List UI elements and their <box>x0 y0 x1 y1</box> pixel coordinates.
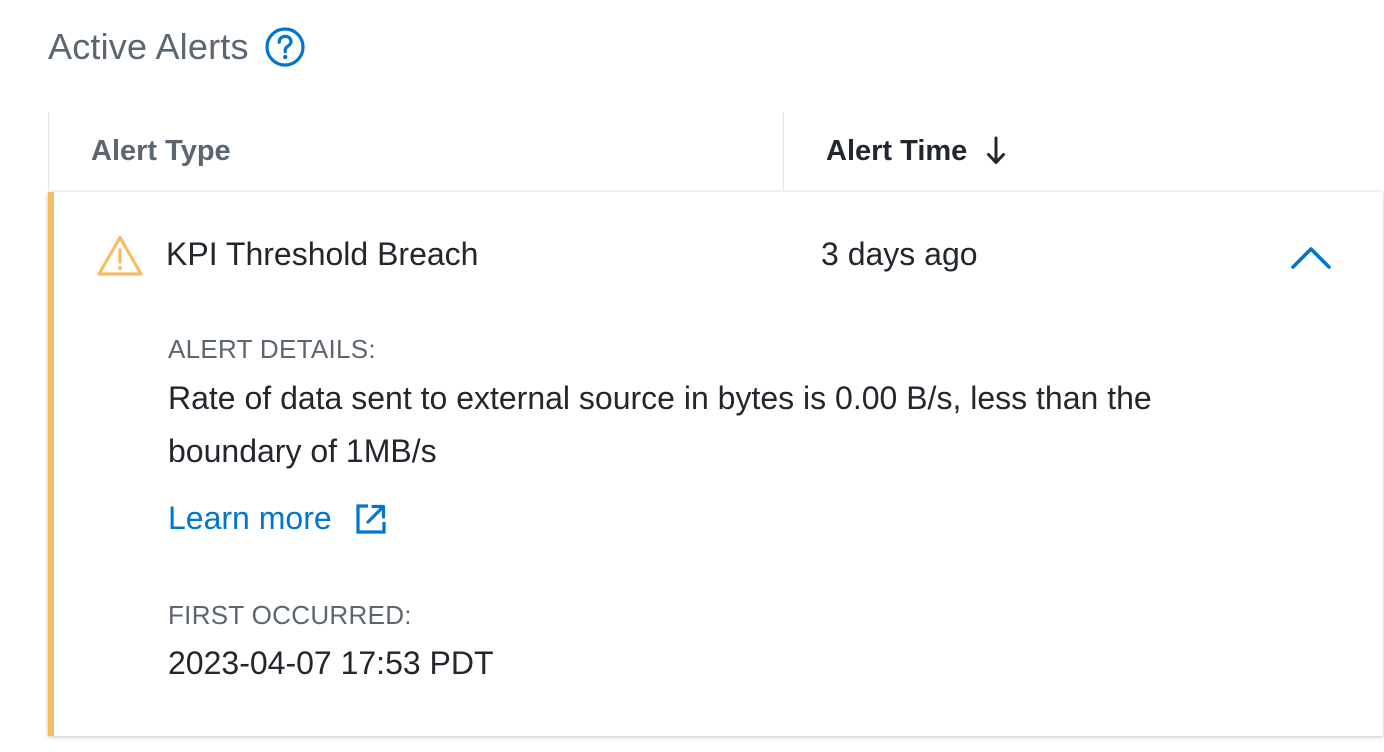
first-occurred-value: 2023-04-07 17:53 PDT <box>168 645 494 681</box>
learn-more-link[interactable]: Learn more <box>168 500 388 537</box>
alert-row-expanded[interactable]: KPI Threshold Breach 3 days ago ALERT DE… <box>48 192 1383 736</box>
help-circle-icon[interactable] <box>264 26 306 68</box>
warning-triangle-icon <box>96 234 144 278</box>
column-header-label: Alert Type <box>91 134 231 167</box>
chevron-up-icon <box>1291 247 1331 269</box>
external-link-icon <box>354 502 388 536</box>
page-header: Active Alerts <box>48 22 306 72</box>
table-header: Alert Type Alert Time <box>48 112 1384 190</box>
column-header-label: Alert Time <box>826 134 968 167</box>
alert-time-cell: 3 days ago <box>821 236 978 272</box>
column-header-alert-time[interactable]: Alert Time <box>826 112 1007 190</box>
alerts-table: Alert Type Alert Time KPI Threshold Brea… <box>48 112 1384 752</box>
alert-details-text: Rate of data sent to external source in … <box>168 380 1152 469</box>
alert-type-cell: KPI Threshold Breach <box>166 236 479 272</box>
column-divider <box>783 112 784 190</box>
collapse-row-button[interactable] <box>1286 236 1336 278</box>
arrow-down-icon <box>985 135 1007 167</box>
page-title: Active Alerts <box>48 26 249 67</box>
learn-more-label: Learn more <box>168 500 332 536</box>
alert-details-label: ALERT DETAILS: <box>168 334 376 364</box>
first-occurred-label: FIRST OCCURRED: <box>168 600 412 630</box>
column-header-alert-type[interactable]: Alert Type <box>91 112 231 190</box>
